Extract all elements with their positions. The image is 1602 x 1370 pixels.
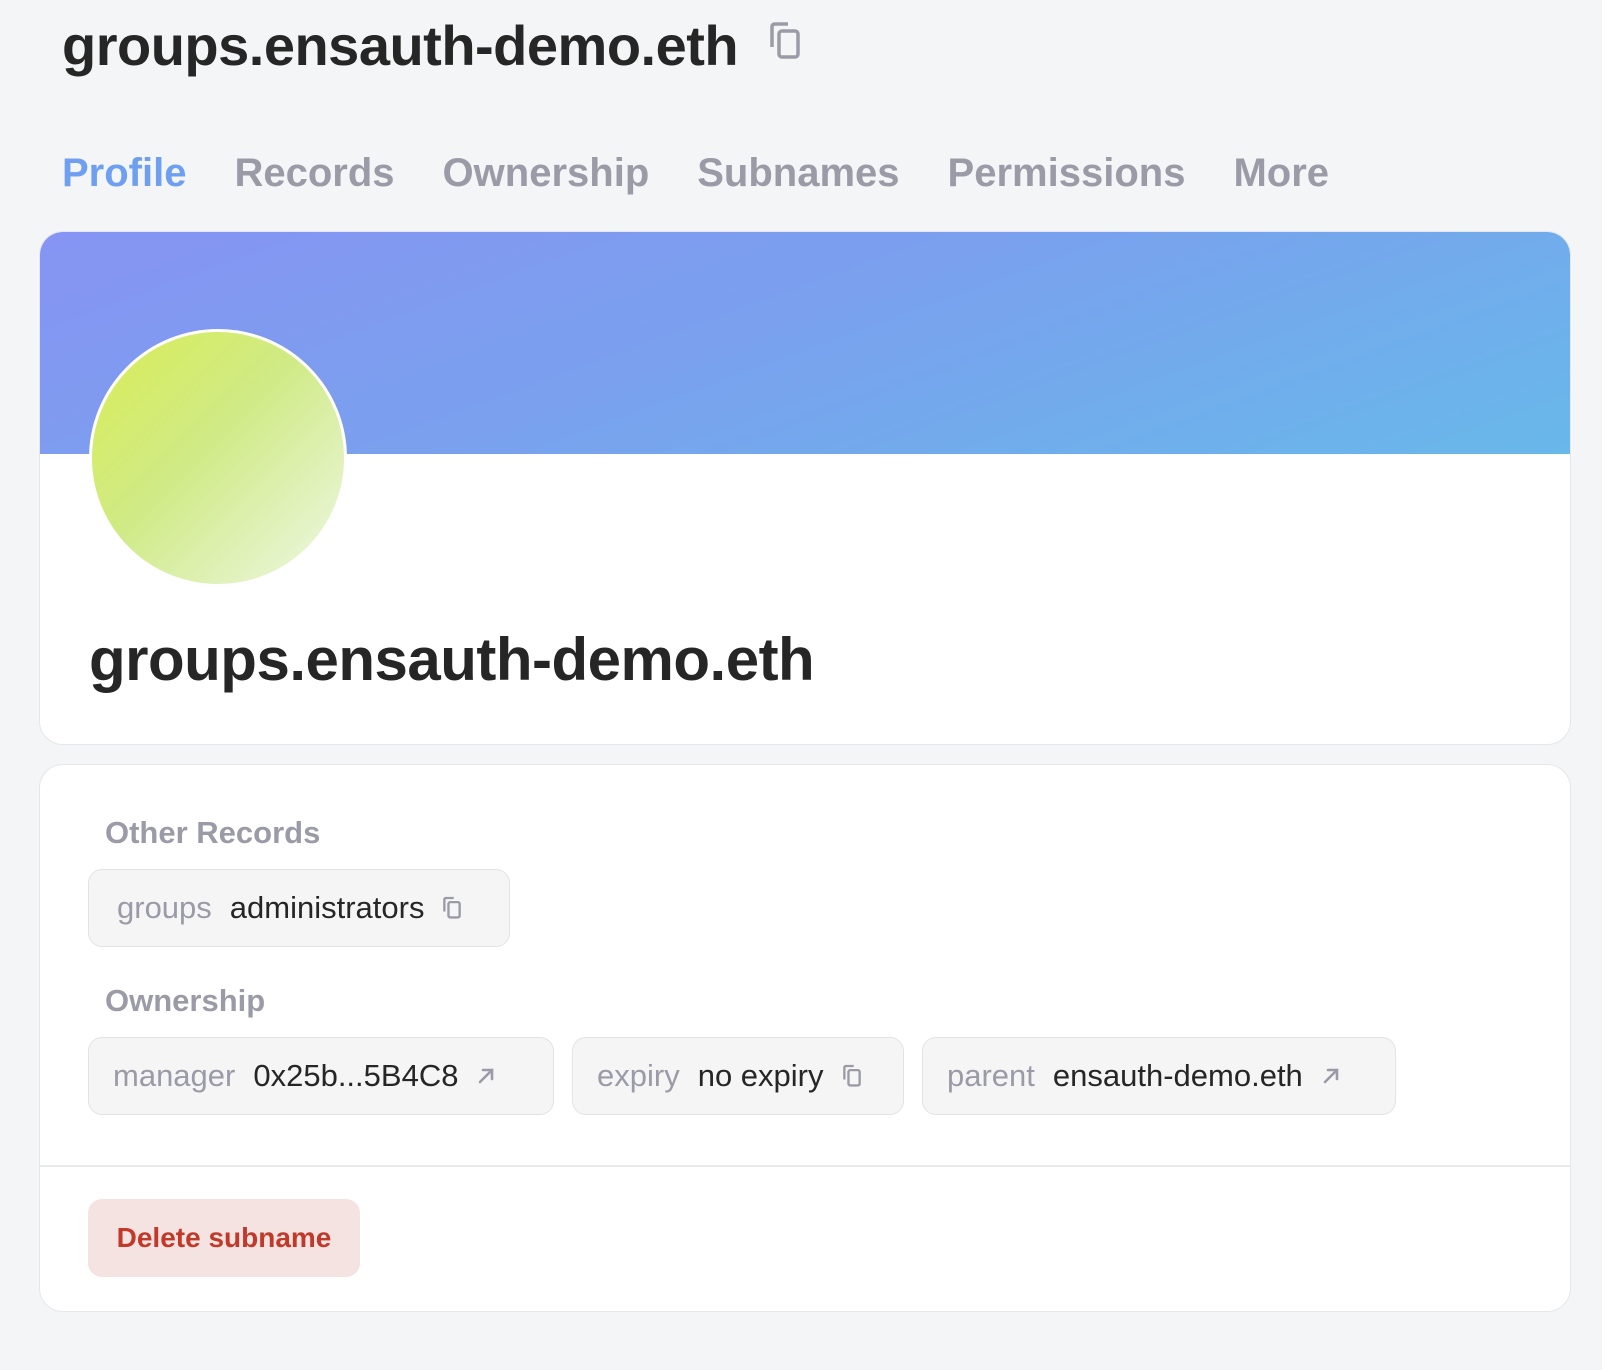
avatar	[89, 329, 347, 587]
ownership-key: parent	[947, 1058, 1035, 1093]
profile-card: groups.ensauth-demo.eth	[39, 231, 1571, 745]
external-link-icon[interactable]	[476, 1066, 496, 1086]
details-card: Other Records groups administrators Owne…	[39, 764, 1571, 1312]
tab-subnames[interactable]: Subnames	[697, 148, 899, 198]
ownership-chip-manager[interactable]: manager 0x25b...5B4C8	[88, 1037, 554, 1115]
ownership-heading: Ownership	[105, 983, 266, 1018]
ownership-value: no expiry	[697, 1058, 824, 1093]
record-chip-groups[interactable]: groups administrators	[88, 869, 510, 947]
ownership-chip-parent[interactable]: parent ensauth-demo.eth	[922, 1037, 1396, 1115]
copy-icon[interactable]	[442, 896, 462, 920]
page-header: groups.ensauth-demo.eth	[62, 10, 802, 82]
tab-more[interactable]: More	[1233, 148, 1329, 198]
profile-name: groups.ensauth-demo.eth	[89, 626, 815, 693]
ownership-key: manager	[113, 1058, 236, 1093]
delete-subname-button[interactable]: Delete subname	[88, 1199, 360, 1277]
external-link-icon[interactable]	[1321, 1066, 1341, 1086]
record-value: administrators	[229, 890, 425, 925]
ownership-value: ensauth-demo.eth	[1052, 1058, 1303, 1093]
ownership-value: 0x25b...5B4C8	[253, 1058, 459, 1093]
other-records-heading: Other Records	[105, 815, 321, 850]
copy-icon[interactable]	[768, 21, 802, 61]
divider	[40, 1165, 1570, 1167]
copy-icon[interactable]	[842, 1064, 862, 1088]
ownership-chip-expiry[interactable]: expiry no expiry	[572, 1037, 904, 1115]
tab-permissions[interactable]: Permissions	[948, 148, 1186, 198]
tab-profile[interactable]: Profile	[62, 148, 186, 198]
record-key: groups	[117, 890, 212, 925]
tab-records[interactable]: Records	[234, 148, 394, 198]
tab-ownership[interactable]: Ownership	[443, 148, 650, 198]
ownership-key: expiry	[597, 1058, 680, 1093]
tab-bar: Profile Records Ownership Subnames Permi…	[62, 148, 1329, 198]
page-title: groups.ensauth-demo.eth	[62, 14, 739, 77]
